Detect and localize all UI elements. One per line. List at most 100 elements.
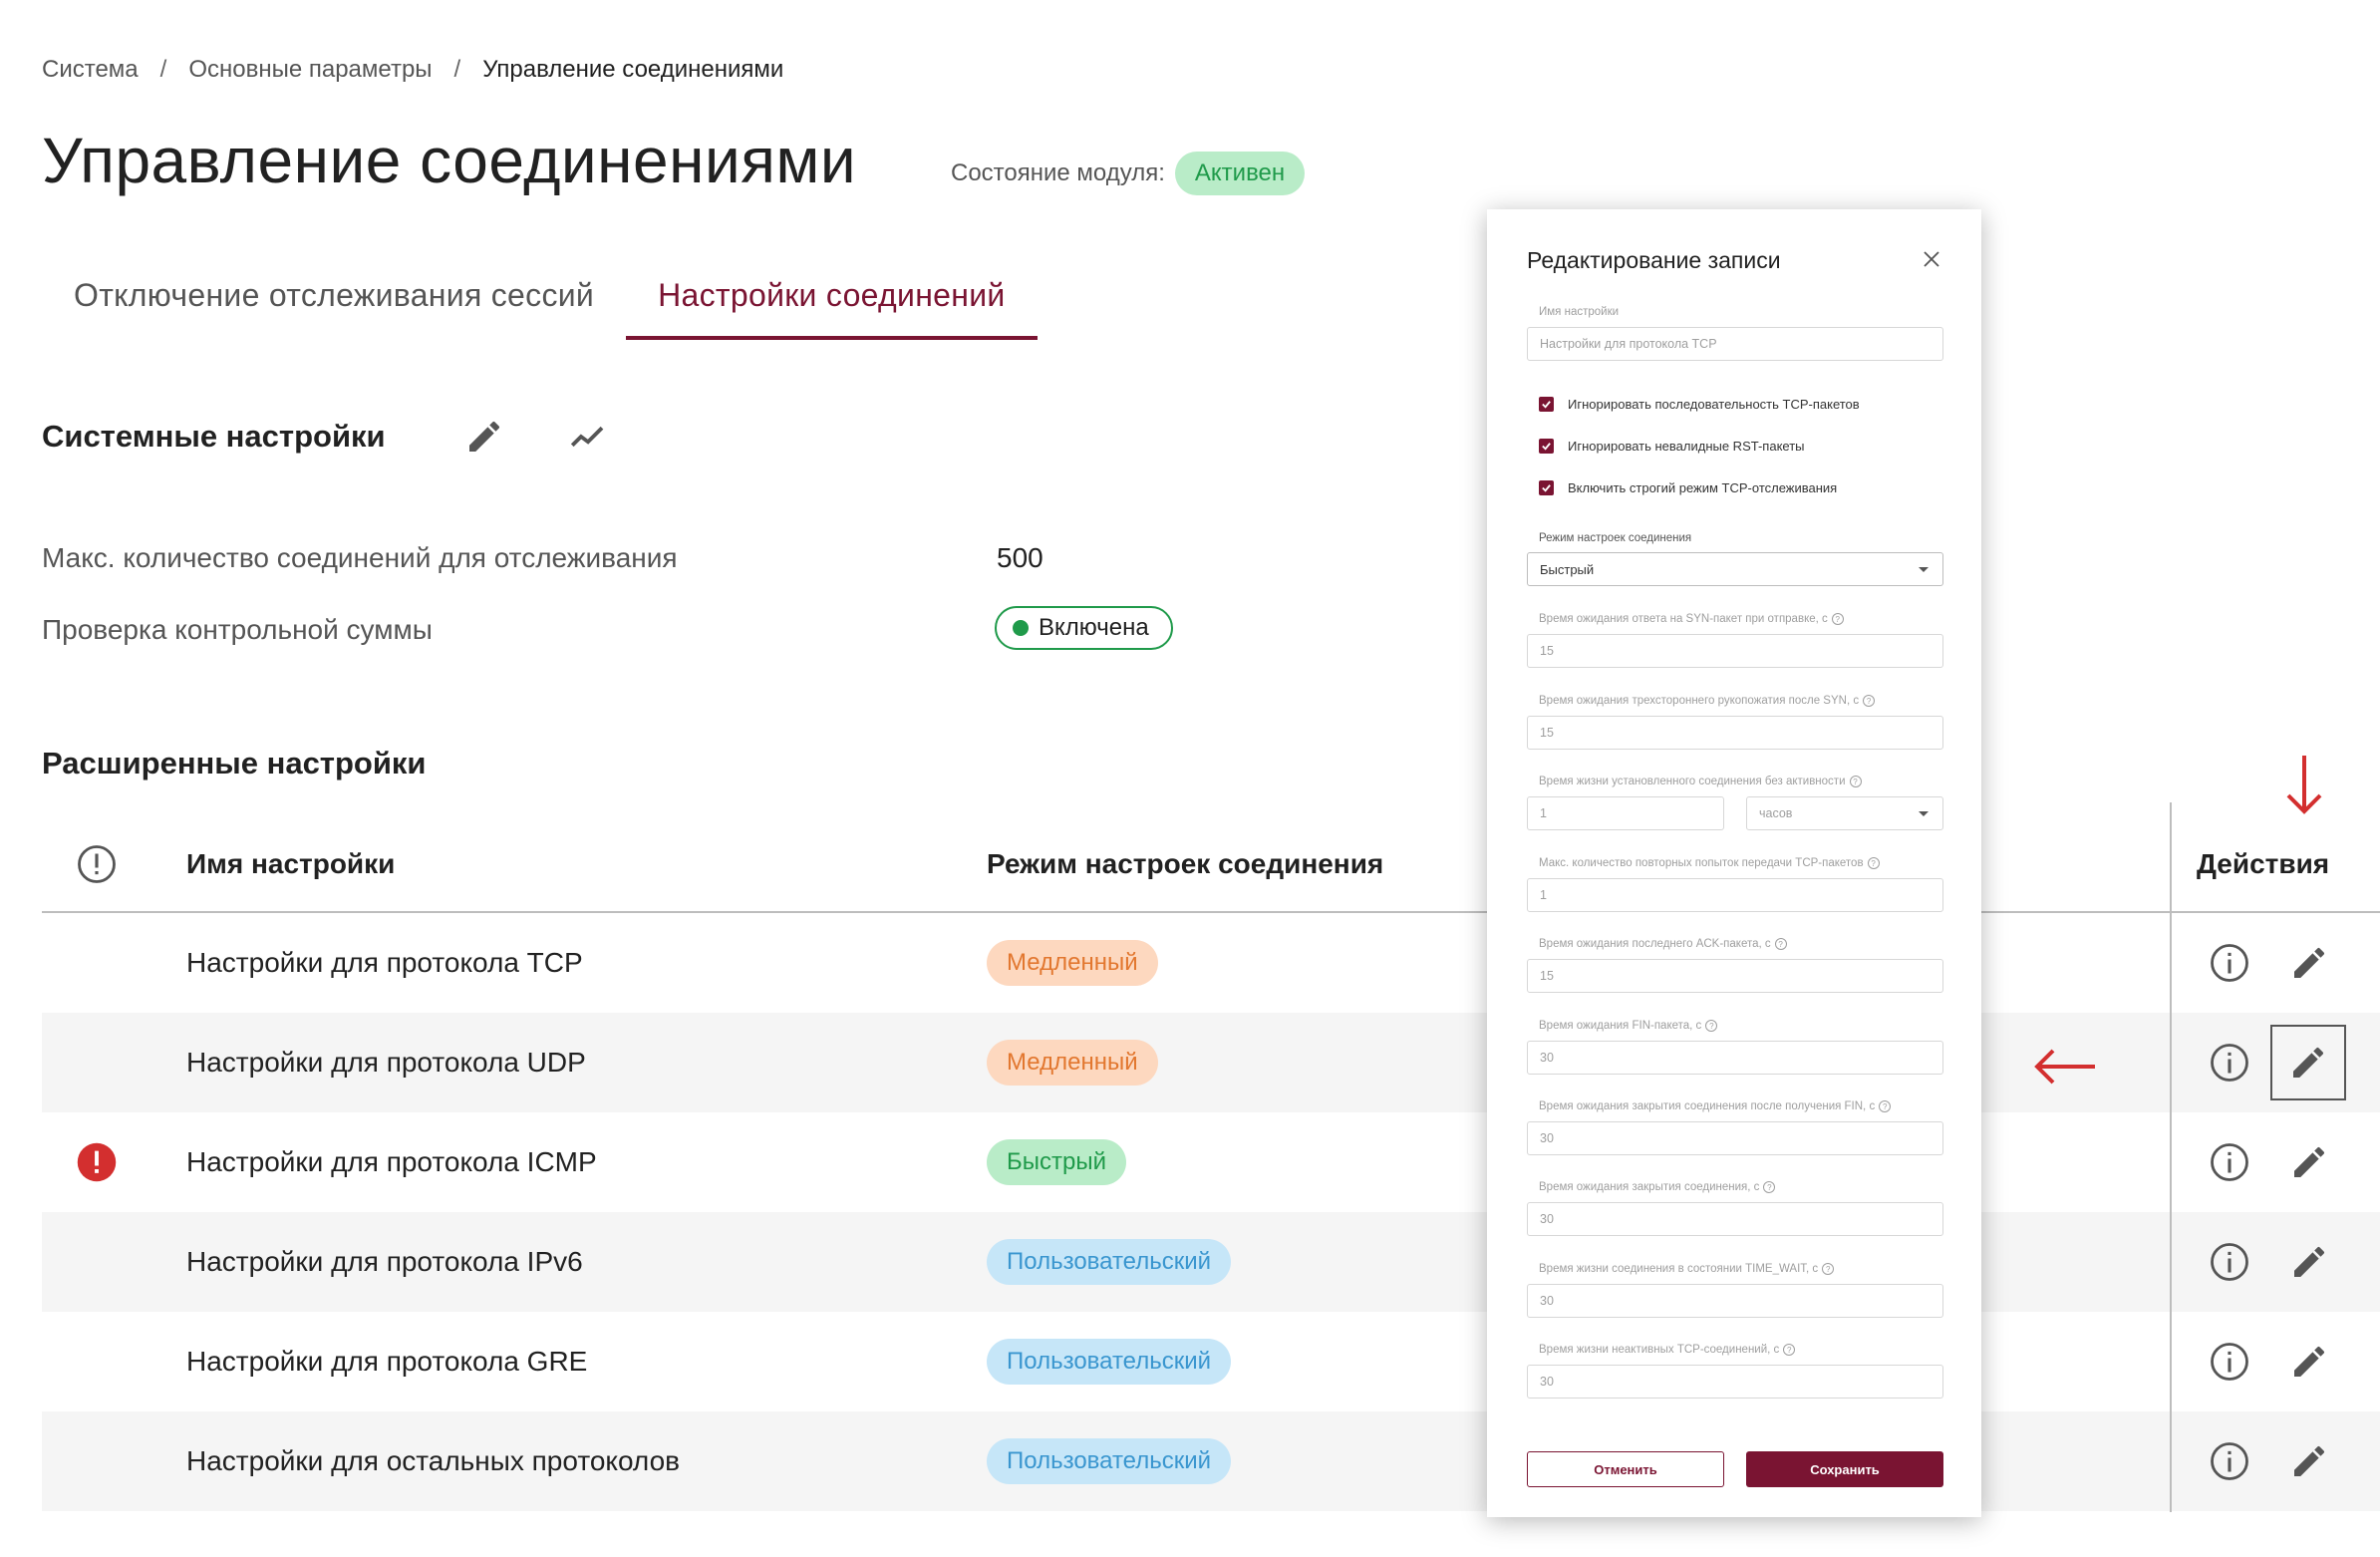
field-input[interactable]: 30 [1527,1284,1943,1318]
table-row: Настройки для протокола UDP Медленный [42,1013,2380,1112]
column-header-name: Имя настройки [186,848,396,879]
help-icon: ? [1763,1181,1776,1193]
breadcrumb-separator: / [159,56,167,83]
mode-badge: Быстрый [987,1139,1126,1185]
row-actions [2205,938,2334,988]
page-title: Управление соединениями [42,125,857,196]
field-input[interactable]: 15 [1527,959,1943,993]
mode-select-value: Быстрый [1540,561,1595,577]
checkbox-ignore-rst[interactable]: Игнорировать невалидные RST-пакеты [1539,439,1805,454]
pencil-icon [469,421,500,452]
help-icon: ? [1879,1100,1892,1112]
checkbox-ignore-seq[interactable]: Игнорировать последовательность TCP-паке… [1539,397,1860,412]
checkbox-checked[interactable] [1539,397,1554,412]
edit-button[interactable] [2284,938,2334,988]
checkmark-icon [1542,443,1551,451]
mode-badge: Медленный [987,940,1158,986]
edit-button[interactable] [2284,1436,2334,1486]
edit-system-settings-button[interactable] [460,413,508,461]
module-state-badge: Активен [1174,152,1306,195]
close-icon [1924,251,1939,267]
advanced-settings-table: Имя настройки Режим настроек соединения … [42,817,2380,1511]
page: Система / Основные параметры / Управлени… [0,0,2380,1557]
actions-column-divider [2170,802,2172,1512]
tab-connection-settings[interactable]: Настройки соединений [626,261,1038,340]
row-actions [2205,1137,2334,1187]
mode-badge: Медленный [987,1040,1158,1086]
arrow-left-icon [2034,1049,2095,1085]
row-name: Настройки для остальных протоколов [186,1445,681,1476]
help-icon: ? [1705,1020,1718,1032]
table-row: Настройки для протокола IPv6 Пользовател… [42,1212,2380,1312]
edit-record-dialog: Редактирование записи Имя настройки Наст… [1487,209,1981,1517]
info-button[interactable] [2205,1137,2254,1187]
edit-button[interactable] [2284,1137,2334,1187]
field-input[interactable]: 1 [1527,796,1724,830]
checkmark-icon [1542,401,1551,409]
checkmark-icon [1542,484,1551,492]
pencil-icon [2293,1047,2324,1078]
info-icon [2211,1442,2248,1480]
column-header-actions: Действия [2197,848,2330,879]
row-name: Настройки для протокола UDP [186,1047,586,1078]
checkbox-label: Включить строгий режим TCP-отслеживания [1568,480,1838,495]
mode-badge: Пользовательский [987,1239,1232,1285]
field-input[interactable]: 15 [1527,716,1943,750]
field-input[interactable]: 1 [1527,878,1943,912]
field-input[interactable]: 30 [1527,1041,1943,1075]
tab-session-tracking-disable[interactable]: Отключение отслеживания сессий [42,261,626,340]
arrow-down-icon [2286,756,2322,814]
info-button[interactable] [2205,1237,2254,1287]
cancel-button[interactable]: Отменить [1527,1451,1724,1487]
row-mode: Быстрый [987,1139,1126,1185]
info-button[interactable] [2205,1038,2254,1088]
info-icon [2211,944,2248,982]
pencil-icon [2294,1445,2325,1476]
mode-select[interactable]: Быстрый [1527,552,1943,586]
close-button[interactable] [1916,243,1947,275]
help-icon: ? [1783,1344,1796,1356]
info-button[interactable] [2205,1436,2254,1486]
warning-column-icon [78,845,116,883]
chevron-down-icon [1919,567,1929,572]
breadcrumb-item-system[interactable]: Система [42,56,139,84]
edit-button[interactable] [2284,1337,2334,1387]
help-icon: ? [1774,938,1787,950]
error-icon [77,1142,117,1182]
help-icon: ? [1849,776,1862,787]
save-button[interactable]: Сохранить [1746,1451,1943,1487]
field-input[interactable]: 30 [1527,1365,1943,1399]
unit-select[interactable]: часов [1746,796,1943,830]
breadcrumb: Система / Основные параметры / Управлени… [42,56,783,84]
field-label: Время ожидания последнего ACK-пакета, с? [1539,938,1787,950]
checkbox-checked[interactable] [1539,480,1554,495]
checkbox-checked[interactable] [1539,439,1554,454]
table-row: Настройки для протокола ICMP Быстрый [42,1112,2380,1212]
field-label: Время жизни неактивных TCP-соединений, с… [1539,1344,1796,1356]
edit-button-focused[interactable] [2270,1025,2346,1100]
name-input[interactable]: Настройки для протокола TCP [1527,327,1943,361]
system-settings-chart-button[interactable] [564,413,612,461]
row-name: Настройки для протокола IPv6 [186,1246,583,1277]
checkbox-label: Игнорировать последовательность TCP-паке… [1568,397,1860,412]
info-icon [2211,1243,2248,1281]
row-name: Настройки для протокола ICMP [186,1146,597,1177]
field-input[interactable]: 30 [1527,1202,1943,1236]
row-mode: Пользовательский [987,1239,1232,1285]
row-actions [2205,1237,2334,1287]
help-icon: ? [1831,613,1844,625]
breadcrumb-item-current: Управление соединениями [482,56,784,83]
row-mode: Медленный [987,940,1158,986]
field-input[interactable]: 30 [1527,1121,1943,1155]
info-button[interactable] [2205,1337,2254,1387]
table-row: Настройки для протокола GRE Пользователь… [42,1312,2380,1411]
checkbox-strict-mode[interactable]: Включить строгий режим TCP-отслеживания [1539,480,1837,495]
edit-button[interactable] [2284,1237,2334,1287]
system-settings-toolbar [460,413,612,461]
info-icon [2211,1343,2248,1381]
breadcrumb-item-main-params[interactable]: Основные параметры [188,56,432,84]
info-button[interactable] [2205,938,2254,988]
field-input[interactable]: 15 [1527,634,1943,668]
field-label: Время ожидания трехстороннего рукопожати… [1539,695,1876,707]
field-label: Время жизни соединения в состоянии TIME_… [1539,1263,1835,1275]
